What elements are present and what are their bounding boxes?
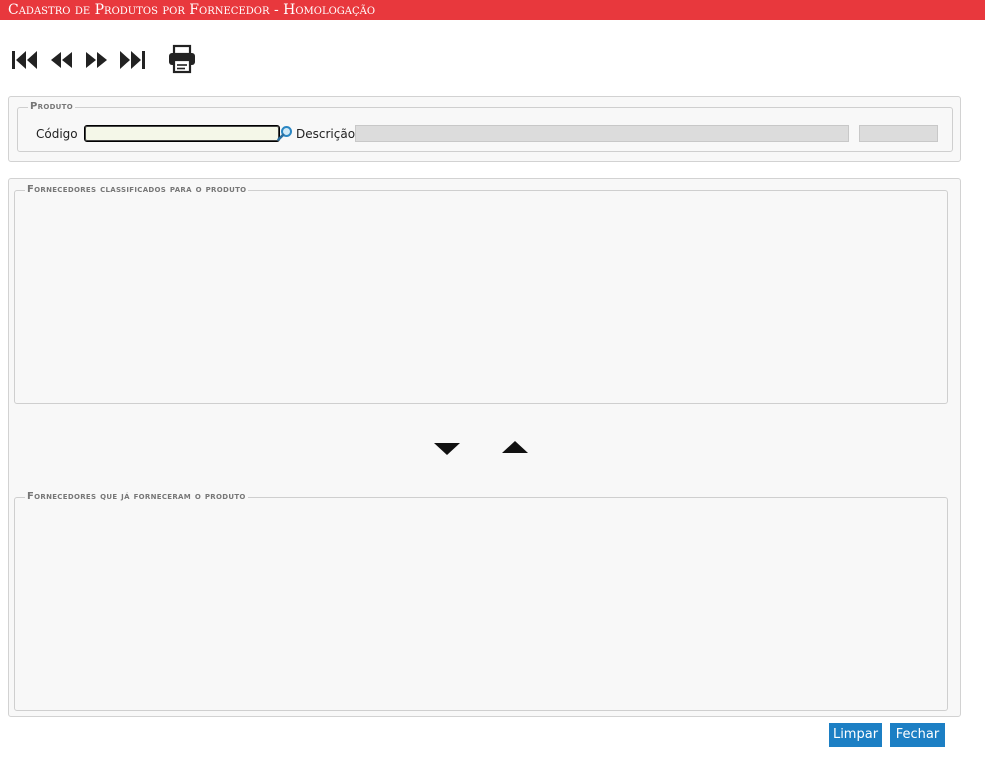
skip-to-end-icon	[120, 51, 145, 69]
magnifier-icon[interactable]	[277, 125, 293, 141]
next-record-button[interactable]	[84, 46, 110, 74]
ja-forneceram-fieldset: Fornecedores que já forneceram o produto	[14, 491, 948, 711]
triangle-up-icon	[502, 441, 528, 453]
skip-to-start-icon	[12, 51, 37, 69]
fast-forward-icon	[86, 52, 107, 68]
ja-forneceram-list[interactable]	[15, 503, 947, 693]
first-record-button[interactable]	[10, 46, 40, 74]
move-up-button[interactable]	[501, 439, 529, 458]
title-bar: Cadastro de Produtos por Fornecedor - Ho…	[0, 0, 985, 20]
printer-icon	[169, 44, 195, 74]
ja-forneceram-legend: Fornecedores que já forneceram o produto	[27, 491, 246, 502]
codigo-label: Código	[36, 127, 78, 141]
last-record-button[interactable]	[118, 46, 148, 74]
window-title: Cadastro de Produtos por Fornecedor - Ho…	[8, 2, 376, 18]
fechar-button[interactable]: Fechar	[890, 723, 945, 747]
descricao-field	[355, 125, 849, 142]
limpar-button[interactable]: Limpar	[829, 723, 882, 747]
print-button[interactable]	[167, 44, 197, 74]
classificados-fieldset: Fornecedores classificados para o produt…	[14, 184, 948, 404]
move-down-button[interactable]	[433, 441, 461, 460]
produto-legend: Produto	[30, 101, 73, 112]
previous-record-button[interactable]	[48, 46, 74, 74]
produto-extra-field	[859, 125, 938, 142]
classificados-legend: Fornecedores classificados para o produt…	[27, 184, 247, 195]
rewind-icon	[51, 52, 72, 68]
triangle-down-icon	[434, 443, 460, 455]
descricao-label: Descrição	[296, 127, 356, 141]
classificados-list[interactable]	[15, 196, 947, 386]
codigo-input[interactable]	[84, 125, 280, 142]
